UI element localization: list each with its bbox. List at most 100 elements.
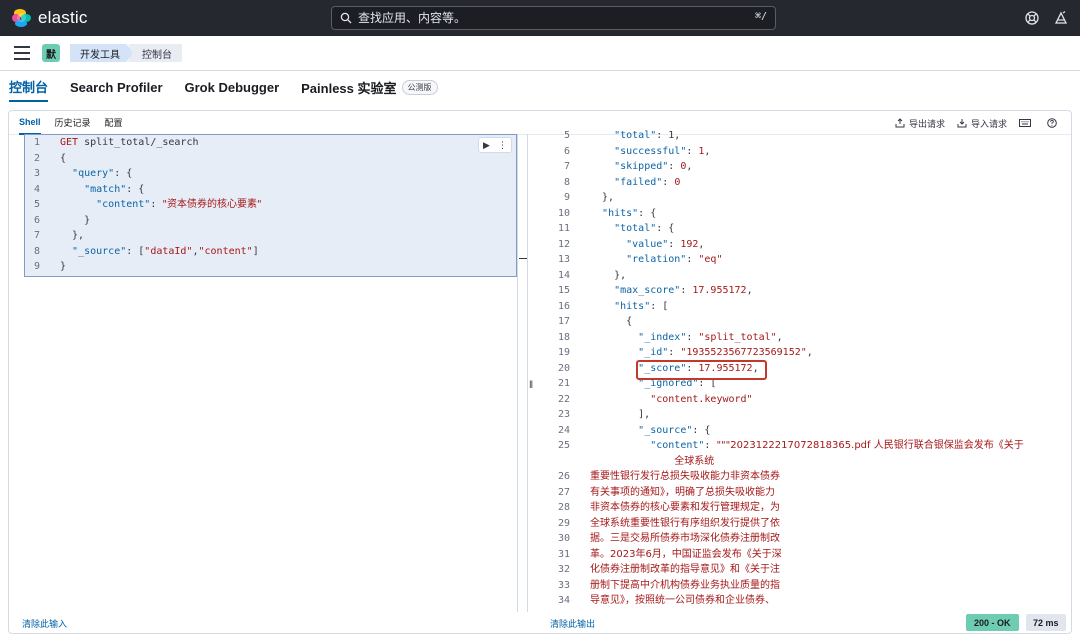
code-line: 27 有关事项的通知》，明确了总损失吸收能力 — [550, 485, 775, 501]
line-number: 11 — [557, 223, 570, 234]
line-number: 25 — [557, 440, 570, 451]
code-token: 全球系统重要性银行有序组织发行提供了依 — [590, 517, 780, 529]
code-token: } — [60, 214, 91, 226]
clear-output-link[interactable]: 清除此输出 — [550, 617, 595, 630]
menu-toggle-button[interactable] — [14, 46, 30, 60]
tab-grok-debugger[interactable]: Grok Debugger — [185, 72, 280, 102]
code-token: "failed" — [614, 176, 663, 188]
breadcrumb-bar: 默 开发工具 控制台 — [0, 36, 1080, 71]
code-token: }, — [590, 192, 615, 203]
code-token: : — [668, 347, 681, 358]
clear-input-link[interactable]: 清除此输入 — [22, 617, 67, 630]
space-avatar[interactable]: 默 — [42, 44, 60, 62]
news-feed-icon[interactable] — [1053, 10, 1069, 26]
code-token: : { — [114, 168, 133, 179]
code-text: "hits": [ — [590, 299, 668, 315]
code-text: 导意见》，按照统一公司债券和企业债券、 — [590, 593, 775, 609]
code-token: "content.keyword" — [650, 393, 753, 405]
line-number: 2 — [33, 152, 40, 164]
code-token: : — [680, 285, 693, 296]
code-text: }, — [590, 190, 614, 206]
brand-name: elastic — [38, 8, 88, 27]
code-token: "relation" — [626, 254, 687, 265]
help-button[interactable] — [1047, 118, 1061, 128]
code-text: "content.keyword" — [590, 392, 753, 408]
code-line: 29 全球系统重要性银行有序组织发行提供了依 — [550, 516, 780, 532]
subtab-history[interactable]: 历史记录 — [55, 111, 91, 135]
line-number: 6 — [33, 214, 40, 226]
code-token: 册制下提高中介机构债券业务执业质量的指 — [590, 579, 780, 591]
code-line: 9 }, — [550, 190, 614, 206]
line-number: 21 — [557, 378, 570, 389]
code-text: 化债券注册制改革的指导意见》和《关于注 — [590, 562, 780, 578]
code-token: 有关事项的通知》，明确了总损失吸收能力 — [590, 486, 775, 498]
line-number: 15 — [557, 285, 570, 296]
code-text: "total": { — [590, 221, 674, 237]
code-token: , — [698, 238, 705, 250]
subtab-shell[interactable]: Shell — [19, 111, 41, 135]
code-line: 14 }, — [550, 268, 626, 284]
code-text: "content": """2023122217072818365.pdf 人民… — [590, 438, 1024, 454]
line-number: 6 — [563, 145, 570, 157]
code-text: 革。2023年6月，中国证监会发布《关于深 — [590, 547, 782, 563]
breadcrumb-dev-tools[interactable]: 开发工具 — [70, 44, 134, 62]
code-token: 0 — [674, 176, 681, 188]
resize-handle-icon[interactable]: ‖ — [529, 380, 533, 391]
code-line: 6 "successful": 1, — [550, 144, 710, 160]
export-label: 导出请求 — [908, 118, 945, 129]
global-search[interactable]: ⌘/ — [331, 6, 776, 30]
subtab-config[interactable]: 配置 — [105, 111, 123, 135]
import-icon — [957, 119, 967, 128]
tab-search-profiler[interactable]: Search Profiler — [70, 72, 163, 102]
code-token: "content" — [96, 199, 151, 210]
play-icon[interactable]: ▶ — [483, 140, 490, 151]
code-text: "skipped": 0, — [590, 159, 692, 175]
code-line: 15 "max_score": 17.955172, — [550, 283, 753, 299]
code-token: 革。2023年6月，中国证监会发布《关于深 — [590, 548, 782, 560]
help-icon[interactable] — [1024, 10, 1040, 26]
line-number: 30 — [557, 533, 570, 544]
search-shortcut: ⌘/ — [754, 11, 767, 22]
line-number: 23 — [557, 409, 570, 420]
code-line: 5 "total": 1, — [550, 128, 680, 144]
code-token: : — [686, 331, 699, 343]
export-icon — [895, 118, 905, 128]
export-requests-button[interactable]: 导出请求 — [895, 117, 945, 130]
code-line: 1 GET split_total/_search — [28, 135, 199, 151]
code-token: "split_total" — [698, 331, 777, 343]
line-number: 26 — [557, 471, 570, 482]
line-number: 33 — [557, 579, 570, 591]
elastic-logo[interactable]: elastic — [12, 8, 88, 28]
code-text: "_index": "split_total", — [590, 330, 783, 346]
more-actions-icon[interactable]: ⋮ — [498, 140, 507, 151]
line-number: 4 — [33, 183, 40, 195]
code-token: "content" — [650, 440, 705, 451]
code-line: 31 革。2023年6月，中国证监会发布《关于深 — [550, 547, 782, 563]
import-requests-button[interactable]: 导入请求 — [957, 117, 1007, 130]
tab-console[interactable]: 控制台 — [9, 72, 49, 102]
search-input[interactable] — [358, 11, 738, 25]
line-number: 3 — [33, 168, 40, 179]
line-number: 29 — [557, 517, 570, 529]
code-text: "hits": { — [590, 206, 656, 222]
line-number: 22 — [557, 393, 570, 405]
code-text: }, — [590, 268, 626, 284]
code-line: 28 非资本债券的核心要素和发行管理规定，为 — [550, 500, 780, 516]
code-token: : — [686, 145, 699, 157]
code-text: "failed": 0 — [590, 175, 680, 191]
keyboard-shortcuts-button[interactable] — [1019, 118, 1035, 128]
code-token: "_source" — [638, 424, 693, 436]
keyboard-icon — [1019, 119, 1031, 127]
code-token: : { — [656, 223, 675, 234]
tab-painless-lab[interactable]: Painless 实验室 公测版 — [301, 72, 438, 102]
import-label: 导入请求 — [970, 118, 1007, 129]
code-token: "total" — [614, 130, 657, 141]
code-token: 导意见》，按照统一公司债券和企业债券、 — [590, 595, 775, 606]
code-token: ], — [590, 409, 651, 420]
code-token: : — [150, 199, 163, 210]
